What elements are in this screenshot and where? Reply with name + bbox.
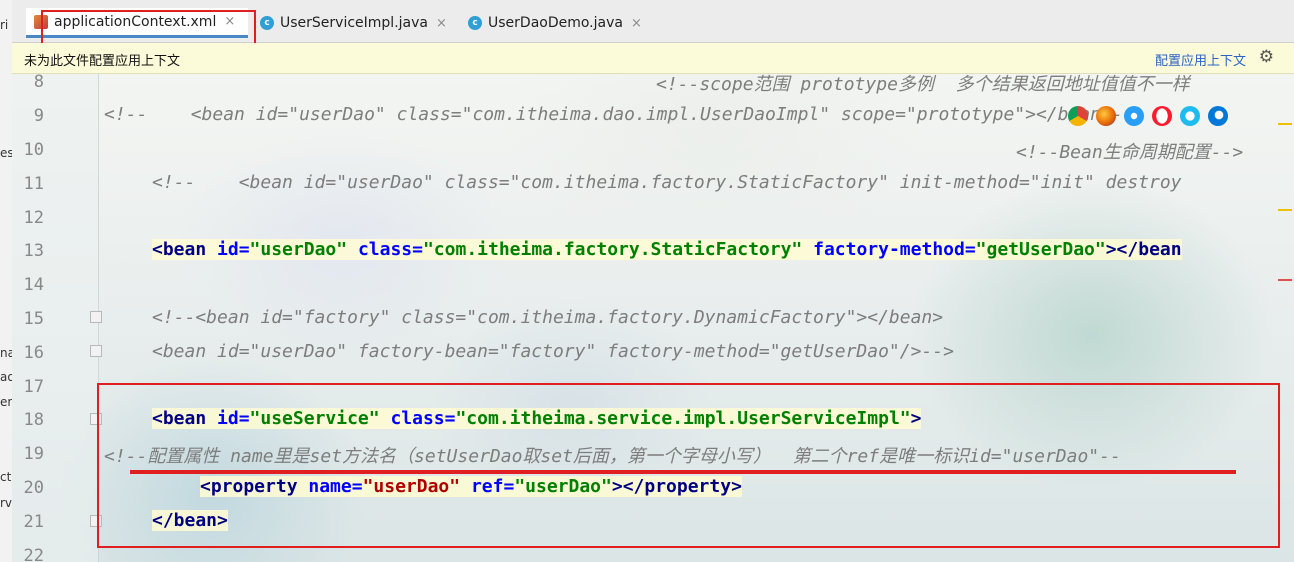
xml-attr: id= (217, 239, 250, 260)
ie-icon[interactable] (1180, 106, 1200, 126)
panel-fragment: rv (0, 496, 13, 510)
tab-application-context-xml[interactable]: applicationContext.xml × (26, 8, 248, 38)
edge-icon[interactable] (1208, 106, 1228, 126)
close-icon[interactable]: × (224, 14, 235, 29)
line-number: 10 (23, 140, 44, 160)
xml-value: "userDao" (362, 476, 461, 497)
class-icon: c (260, 16, 274, 30)
panel-fragment: ri (0, 18, 9, 32)
opera-icon[interactable] (1152, 106, 1172, 126)
firefox-icon[interactable] (1096, 106, 1116, 126)
tab-user-dao-demo[interactable]: c UserDaoDemo.java × (460, 8, 650, 38)
line-number: 15 (23, 309, 44, 329)
line-number: 17 (23, 377, 44, 397)
code-line-9: <!-- <bean id="userDao" class="com.ithei… (104, 104, 1145, 125)
xml-tag: <bean (152, 408, 218, 429)
code-line-8: <!--scope范围 prototype多例 多个结果返回地址值值不一样 (656, 74, 1190, 95)
fold-marker[interactable] (90, 311, 102, 323)
code-line-18: <bean id="useService" class="com.itheima… (152, 408, 922, 429)
line-number: 16 (23, 343, 44, 363)
line-number: 22 (23, 546, 44, 562)
code-line-21: </bean> (152, 510, 228, 531)
line-number: 9 (33, 106, 44, 126)
close-icon[interactable]: × (436, 16, 447, 31)
code-line-13: <bean id="userDao" class="com.itheima.fa… (152, 239, 1182, 260)
chrome-icon[interactable] (1068, 106, 1088, 126)
xml-value: "getUserDao" (975, 239, 1106, 260)
line-number: 8 (33, 74, 44, 92)
xml-attr: ref= (470, 476, 515, 497)
line-number-gutter: 8 9 10 11 12 13 14 15 16 17 18 19 20 21 … (12, 74, 99, 562)
xml-attr: factory-method= (813, 239, 976, 260)
code-line-16: <bean id="userDao" factory-bean="factory… (152, 341, 954, 362)
annotation-underline (130, 470, 1236, 474)
fold-marker[interactable] (90, 413, 102, 425)
line-number: 19 (23, 444, 44, 464)
tab-label: applicationContext.xml (54, 13, 217, 30)
line-number: 21 (23, 512, 44, 532)
line-number: 14 (23, 275, 44, 295)
xml-tag: > (910, 408, 922, 429)
xml-tag: ></bean (1105, 239, 1182, 260)
code-line-20: <property name="userDao" ref="userDao"><… (200, 476, 742, 497)
tab-label: UserDaoDemo.java (488, 15, 623, 31)
fold-marker[interactable] (90, 515, 102, 527)
panel-fragment: ct (0, 470, 12, 484)
code-line-11: <!-- <bean id="userDao" class="com.ithei… (152, 172, 1182, 193)
marker[interactable] (1278, 123, 1292, 125)
line-number: 18 (23, 410, 44, 430)
line-number: 13 (23, 241, 44, 261)
xml-value: "userDao" (249, 239, 348, 260)
notice-message: 未为此文件配置应用上下文 (24, 54, 181, 69)
xml-value: "useService" (249, 408, 380, 429)
browser-preview-toolbar (1068, 106, 1228, 126)
code-line-10: <!--Bean生命周期配置--> (1016, 142, 1244, 163)
code-line-19: <!--配置属性 name里是set方法名（setUserDao取set后面，第… (104, 446, 1121, 467)
xml-tag: <property (200, 476, 309, 497)
xml-attr: class= (357, 239, 423, 260)
code-editor[interactable]: 8 9 10 11 12 13 14 15 16 17 18 19 20 21 … (12, 74, 1294, 562)
close-icon[interactable]: × (631, 16, 642, 31)
marker[interactable] (1278, 209, 1292, 211)
code-line-15: <!--<bean id="factory" class="com.itheim… (152, 307, 944, 328)
xml-value: "com.itheima.factory.StaticFactory" (422, 239, 803, 260)
xml-value: "userDao" (514, 476, 612, 497)
xml-file-icon (34, 14, 48, 29)
xml-attr: id= (217, 408, 250, 429)
line-number: 20 (23, 478, 44, 498)
line-number: 11 (23, 174, 44, 194)
xml-tag: <bean (152, 239, 218, 260)
xml-tag: ></property> (611, 476, 742, 497)
xml-attr: class= (390, 408, 456, 429)
tab-label: UserServiceImpl.java (280, 15, 428, 31)
fold-marker[interactable] (90, 345, 102, 357)
xml-value: "com.itheima.service.impl.UserServiceImp… (455, 408, 911, 429)
configure-context-link[interactable]: 配置应用上下文 (1155, 50, 1246, 69)
context-notice-bar: 未为此文件配置应用上下文 配置应用上下文 ⚙ (12, 43, 1294, 74)
xml-attr: name= (308, 476, 363, 497)
class-icon: c (468, 16, 482, 30)
safari-icon[interactable] (1124, 106, 1144, 126)
gear-icon[interactable]: ⚙ (1259, 47, 1274, 67)
line-number: 12 (23, 208, 44, 228)
marker[interactable] (1278, 279, 1292, 281)
editor-tab-bar: applicationContext.xml × c UserServiceIm… (12, 0, 1294, 43)
tab-user-service-impl[interactable]: c UserServiceImpl.java × (252, 8, 456, 38)
